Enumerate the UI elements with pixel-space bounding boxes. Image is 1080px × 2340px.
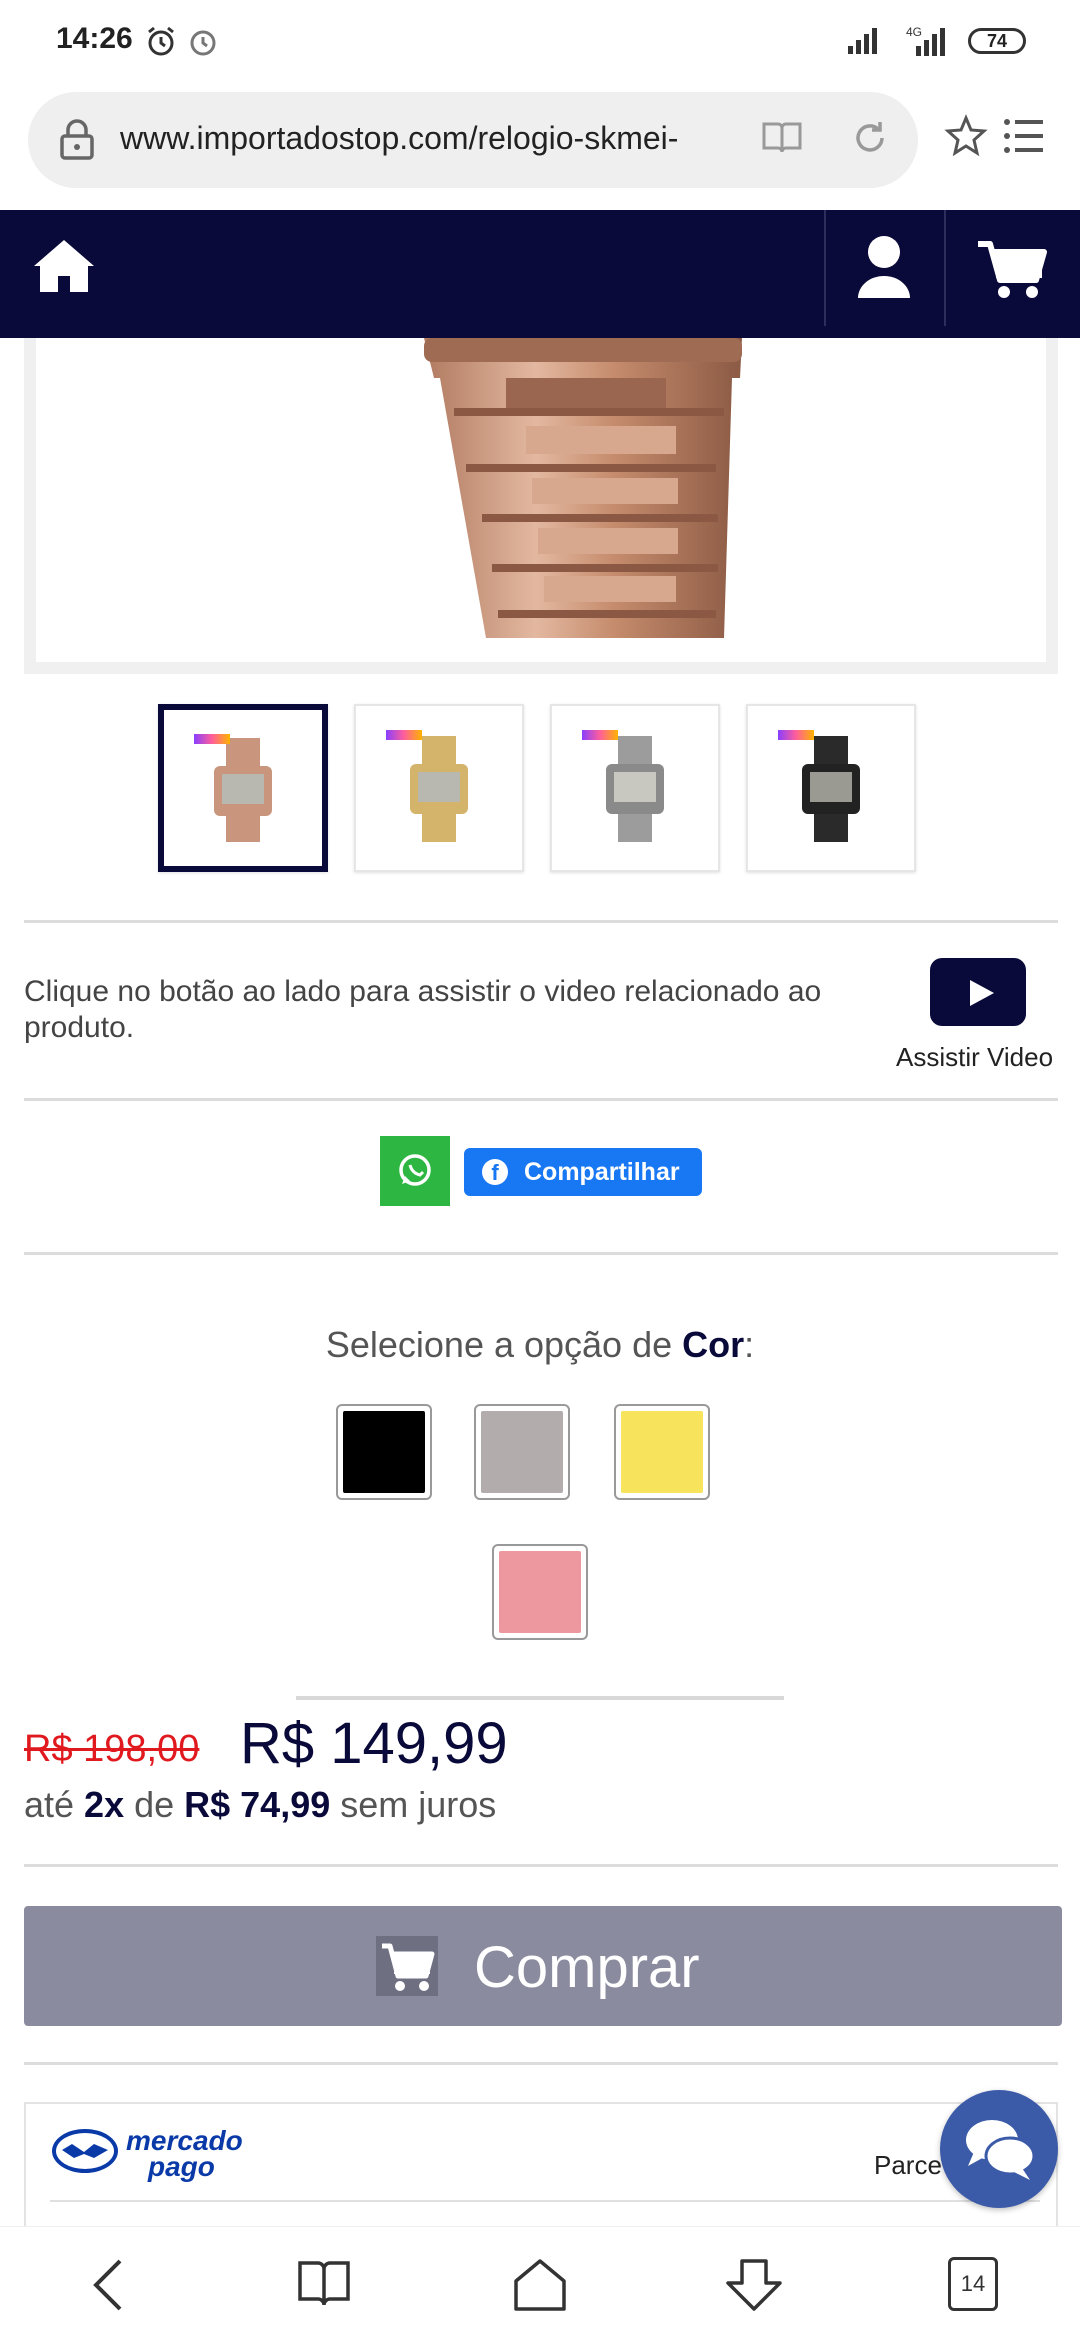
alarm-icon	[148, 26, 174, 56]
cart-icon	[376, 1936, 438, 1996]
header-divider	[944, 210, 946, 326]
menu-list-icon[interactable]	[1002, 116, 1046, 156]
buy-button-label: Comprar	[474, 1935, 700, 2000]
facebook-share-label: Compartilhar	[524, 1158, 680, 1186]
swatch-fill	[621, 1411, 703, 1493]
browser-nav-bar: 14	[0, 2226, 1080, 2340]
bookmark-star-icon[interactable]	[944, 114, 988, 158]
divider	[24, 1864, 1058, 1867]
user-account-icon[interactable]	[856, 234, 912, 300]
watch-video-label[interactable]: Assistir Video	[896, 1042, 1053, 1073]
color-swatch-grey[interactable]	[474, 1404, 570, 1500]
whatsapp-icon	[399, 1154, 431, 1186]
watch-band-image	[424, 338, 742, 638]
lock-icon	[60, 119, 94, 160]
current-price: R$ 149,99	[240, 1711, 508, 1776]
buy-button[interactable]: Comprar	[24, 1906, 1062, 2026]
option-title-name: Cor	[682, 1324, 745, 1365]
thumbnail-silver[interactable]	[550, 704, 720, 872]
option-title-prefix: Selecione a opção de	[325, 1324, 683, 1365]
inst-count: 2x	[84, 1784, 125, 1825]
inst-value: R$ 74,99	[184, 1784, 331, 1825]
divider	[24, 2062, 1058, 2065]
play-icon	[970, 980, 994, 1006]
tabs-count-button[interactable]: 14	[948, 2257, 998, 2311]
whatsapp-share-button[interactable]	[380, 1136, 450, 1206]
inst-post: sem juros	[330, 1784, 497, 1825]
watch-thumb-image	[214, 738, 272, 842]
thumbnail-black[interactable]	[746, 704, 916, 872]
price-divider	[296, 1696, 784, 1700]
watch-thumb-image	[802, 736, 860, 842]
option-title: Selecione a opção de Cor:	[0, 1324, 1080, 1366]
installments-text: até 2x de R$ 74,99 sem juros	[24, 1784, 496, 1826]
download-icon[interactable]	[724, 2257, 784, 2315]
mercado-pago-wordmark: mercado pago	[126, 2127, 243, 2182]
reload-icon[interactable]	[850, 118, 890, 158]
color-swatch-yellow[interactable]	[614, 1404, 710, 1500]
signal-4g-icon: 4G	[906, 25, 945, 56]
bookmarks-book-icon[interactable]	[296, 2257, 352, 2309]
divider	[24, 1098, 1058, 1101]
brand-mark	[778, 730, 814, 740]
header-divider	[824, 210, 826, 326]
status-time: 14:26	[56, 22, 133, 55]
facebook-icon: f	[482, 1159, 508, 1185]
reader-mode-icon[interactable]	[760, 118, 804, 158]
inst-pre: até	[24, 1784, 85, 1825]
chat-button[interactable]	[940, 2090, 1058, 2208]
back-icon[interactable]	[88, 2257, 128, 2313]
address-bar[interactable]: www.importadostop.com/relogio-skmei-	[28, 92, 918, 188]
watch-thumb-image	[410, 736, 468, 842]
old-price: R$ 198,00	[24, 1728, 200, 1770]
site-header	[0, 210, 1080, 338]
installments-label: Parce	[874, 2150, 942, 2180]
thumbnail-rose-gold[interactable]	[158, 704, 328, 872]
divider	[24, 1252, 1058, 1255]
color-swatch-pink[interactable]	[492, 1544, 588, 1640]
color-swatch-black[interactable]	[336, 1404, 432, 1500]
home-nav-icon[interactable]	[512, 2257, 568, 2313]
status-bar: 14:26 4G 74	[0, 0, 1080, 84]
url-text[interactable]: www.importadostop.com/relogio-skmei-	[120, 120, 740, 157]
watch-thumb-image	[606, 736, 664, 842]
youtube-play-button[interactable]	[930, 958, 1026, 1026]
swatch-fill	[499, 1551, 581, 1633]
cart-icon[interactable]	[976, 238, 1048, 302]
facebook-share-button[interactable]: f Compartilhar	[464, 1148, 702, 1196]
option-title-suffix: :	[744, 1324, 755, 1365]
thumbnail-gold[interactable]	[354, 704, 524, 872]
divider	[50, 2200, 1040, 2202]
brand-mark	[386, 730, 422, 740]
chat-bubbles-icon	[966, 2120, 1036, 2180]
inst-mid: de	[124, 1784, 185, 1825]
mercado-pago-logo	[52, 2129, 118, 2173]
mp-line2: pago	[148, 2151, 215, 2182]
alarm-clock-icon	[190, 30, 216, 56]
signal-icon	[848, 28, 877, 54]
video-description: Clique no botão ao lado para assistir o …	[24, 975, 822, 1044]
product-image	[24, 338, 1058, 674]
battery-indicator: 74	[968, 28, 1026, 54]
swatch-fill	[481, 1411, 563, 1493]
divider	[24, 920, 1058, 923]
brand-mark	[582, 730, 618, 740]
swatch-fill	[343, 1411, 425, 1493]
brand-mark	[194, 734, 230, 744]
svg-text:4G: 4G	[906, 25, 922, 39]
home-icon[interactable]	[32, 236, 96, 296]
payment-box: mercado pago Parce	[24, 2102, 1058, 2242]
